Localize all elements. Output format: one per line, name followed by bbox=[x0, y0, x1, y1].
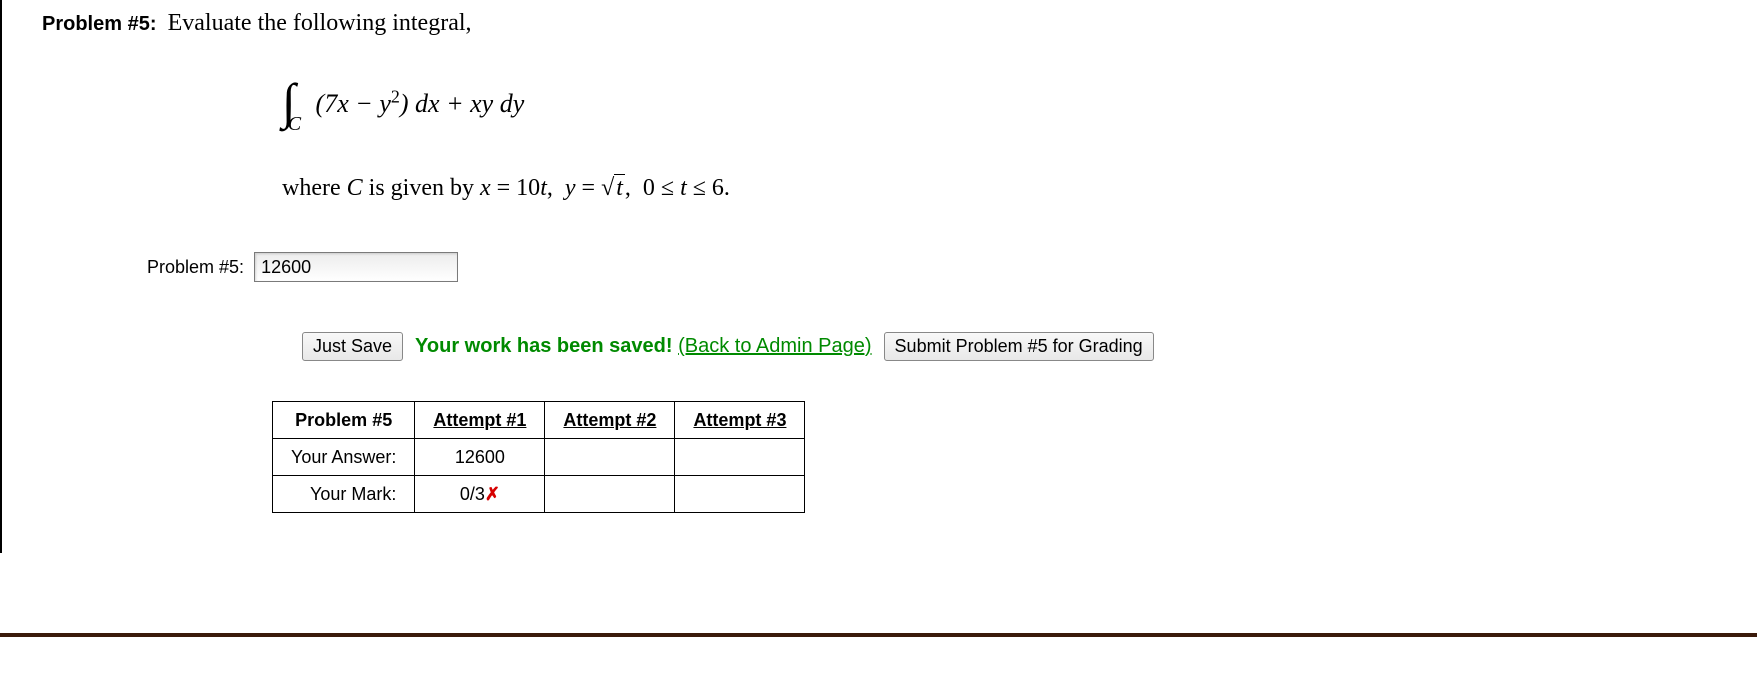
table-header-row: Problem #5 Attempt #1 Attempt #2 Attempt… bbox=[273, 402, 805, 439]
answer-a2 bbox=[545, 439, 675, 476]
bottom-divider bbox=[0, 633, 1757, 637]
attempt-1-link[interactable]: Attempt #1 bbox=[433, 410, 526, 430]
table-row: Your Answer: 12600 bbox=[273, 439, 805, 476]
mark-a1-score: 0/3 bbox=[460, 484, 485, 504]
answer-input[interactable] bbox=[254, 252, 458, 282]
just-save-button[interactable]: Just Save bbox=[302, 332, 403, 361]
integral-formula: ∫C (7x − y2) dx + xy dy bbox=[282, 77, 1717, 135]
answer-a1: 12600 bbox=[415, 439, 545, 476]
sqrt-icon: √ bbox=[601, 175, 614, 201]
attempt-3-link[interactable]: Attempt #3 bbox=[693, 410, 786, 430]
problem-prompt: Evaluate the following integral, bbox=[168, 10, 472, 36]
answer-a3 bbox=[675, 439, 805, 476]
answer-row: Problem #5: bbox=[147, 252, 1717, 282]
problem-container: Problem #5: Evaluate the following integ… bbox=[0, 0, 1757, 553]
col-problem: Problem #5 bbox=[273, 402, 415, 439]
curve-pre: where bbox=[282, 175, 347, 201]
col-attempt-2: Attempt #2 bbox=[545, 402, 675, 439]
row-your-answer: Your Answer: bbox=[273, 439, 415, 476]
action-row: Just Save Your work has been saved! (Bac… bbox=[302, 332, 1717, 361]
sqrt-arg: t bbox=[614, 174, 625, 201]
results-table: Problem #5 Attempt #1 Attempt #2 Attempt… bbox=[272, 401, 805, 513]
problem-label: Problem #5: bbox=[42, 13, 156, 35]
attempt-2-link[interactable]: Attempt #2 bbox=[563, 410, 656, 430]
curve-sep: , bbox=[547, 175, 565, 201]
curve-definition: where C is given by x = 10t, y = √t, 0 ≤… bbox=[282, 175, 1717, 202]
mark-a2 bbox=[545, 476, 675, 513]
mark-a3 bbox=[675, 476, 805, 513]
mark-a1: 0/3✗ bbox=[415, 476, 545, 513]
curve-mid: is given by bbox=[363, 175, 480, 201]
saved-text: Your work has been saved! bbox=[415, 335, 673, 357]
curve-x: x bbox=[480, 175, 491, 201]
saved-message: Your work has been saved! (Back to Admin… bbox=[415, 335, 872, 358]
col-attempt-3: Attempt #3 bbox=[675, 402, 805, 439]
back-to-admin-link[interactable]: (Back to Admin Page) bbox=[678, 335, 871, 357]
answer-label: Problem #5: bbox=[147, 257, 244, 278]
curve-var: C bbox=[347, 175, 363, 201]
row-your-mark: Your Mark: bbox=[273, 476, 415, 513]
problem-header: Problem #5: Evaluate the following integ… bbox=[42, 10, 1717, 37]
table-row: Your Mark: 0/3✗ bbox=[273, 476, 805, 513]
col-attempt-1: Attempt #1 bbox=[415, 402, 545, 439]
x-mark-icon: ✗ bbox=[485, 484, 500, 504]
submit-button[interactable]: Submit Problem #5 for Grading bbox=[884, 332, 1154, 361]
